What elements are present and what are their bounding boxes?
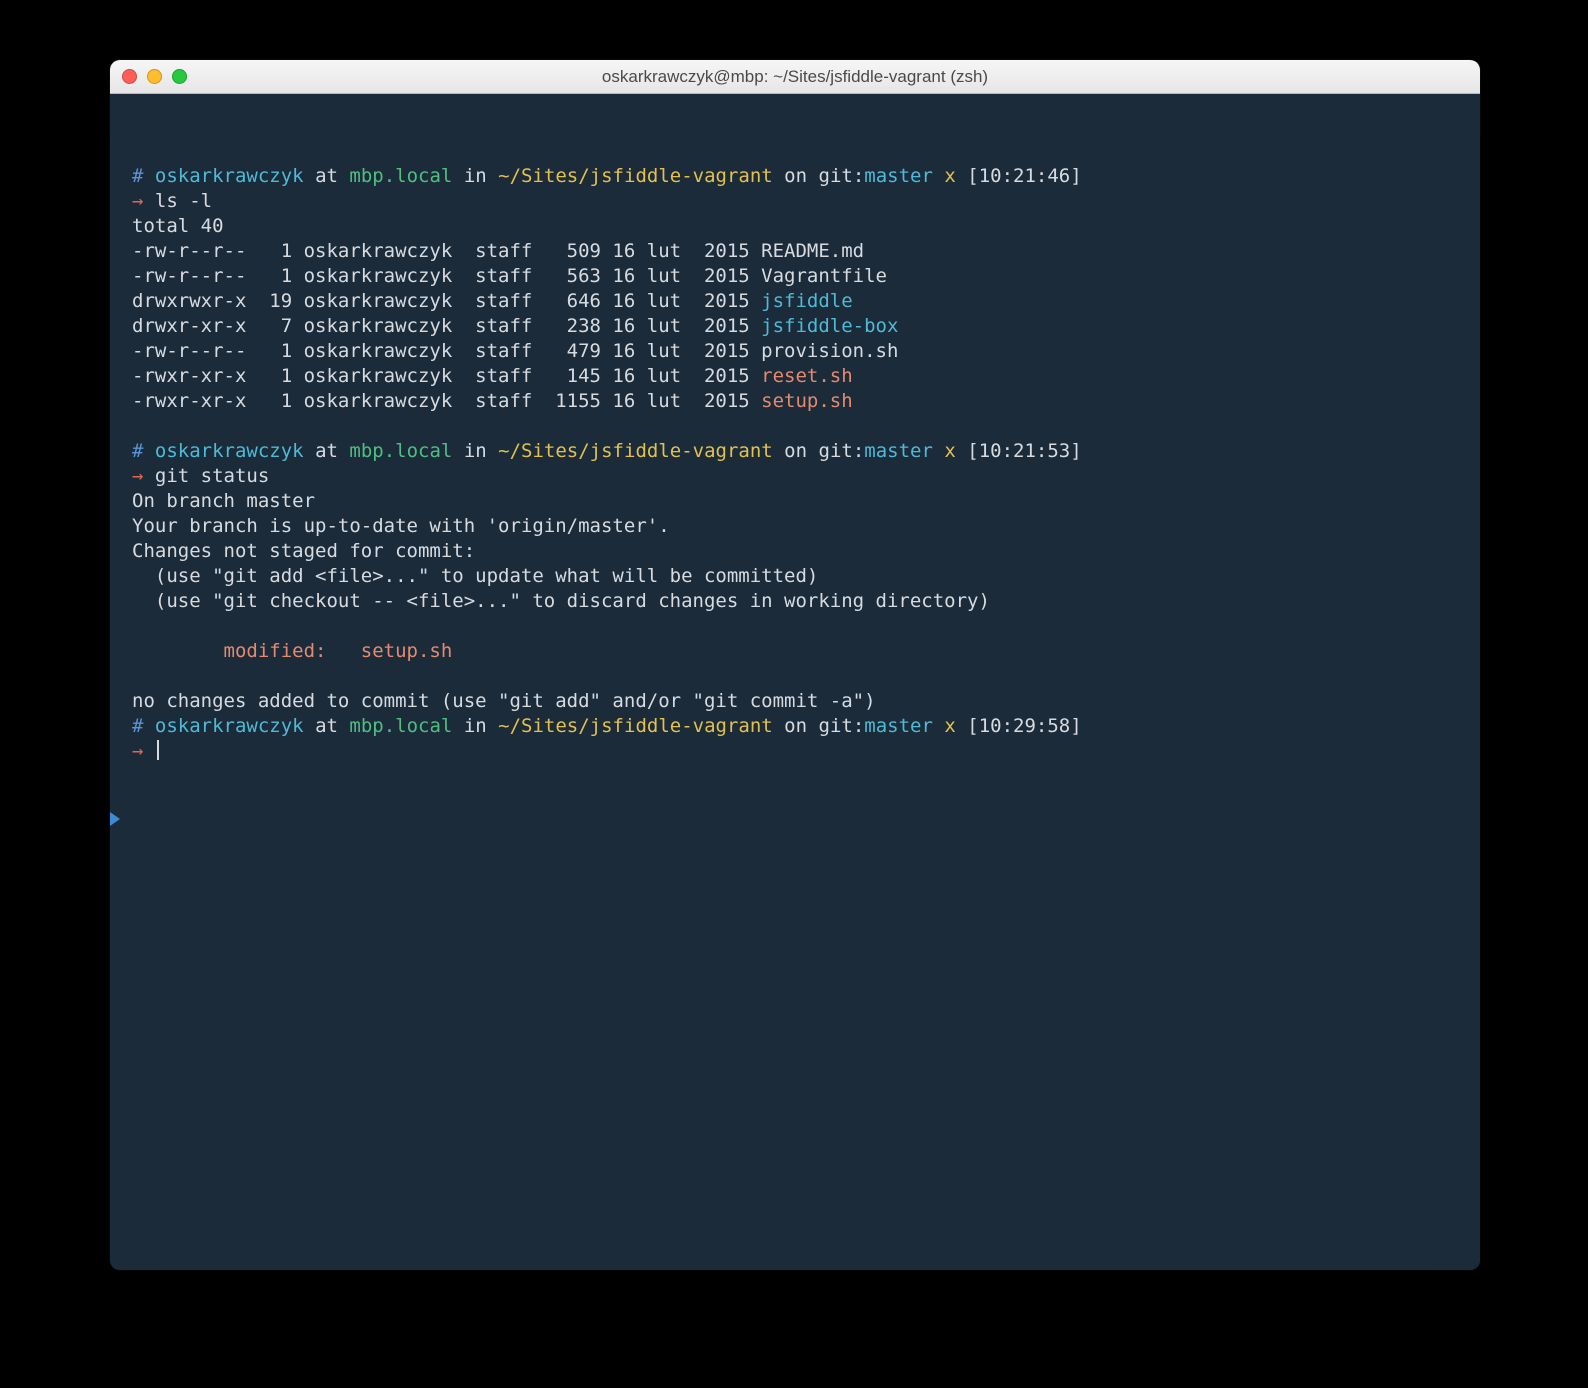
prompt-user: oskarkrawczyk — [155, 715, 304, 737]
prompt-dirty: x — [944, 440, 955, 462]
prompt-at: at — [315, 440, 338, 462]
prompt-arrow: → — [132, 465, 143, 487]
ls-filename: jsfiddle — [761, 290, 853, 312]
ls-filename: README.md — [761, 240, 864, 262]
ls-row: -rwxr-xr-x 1 oskarkrawczyk staff 1155 16… — [132, 390, 761, 412]
ls-filename: reset.sh — [761, 365, 853, 387]
prompt-path: ~/Sites/jsfiddle-vagrant — [498, 165, 773, 187]
prompt-in: in — [464, 440, 487, 462]
ls-row: -rw-r--r-- 1 oskarkrawczyk staff 479 16 … — [132, 340, 761, 362]
ls-row: drwxr-xr-x 7 oskarkrawczyk staff 238 16 … — [132, 315, 761, 337]
prompt-git-prefix: git: — [819, 715, 865, 737]
prompt-dirty: x — [944, 165, 955, 187]
terminal-body[interactable]: # oskarkrawczyk at mbp.local in ~/Sites/… — [110, 94, 1480, 1270]
git-line: (use "git checkout -- <file>..." to disc… — [132, 590, 990, 612]
prompt-dirty: x — [944, 715, 955, 737]
prompt-branch: master — [864, 165, 933, 187]
prompt-git-prefix: git: — [819, 440, 865, 462]
prompt-arrow: → — [132, 740, 143, 762]
prompt-path: ~/Sites/jsfiddle-vagrant — [498, 715, 773, 737]
vi-mode-marker-icon — [110, 812, 120, 826]
git-modified-label: modified: — [224, 640, 327, 662]
prompt-user: oskarkrawczyk — [155, 440, 304, 462]
prompt-time: [10:21:53] — [967, 440, 1081, 462]
titlebar[interactable]: oskarkrawczyk@mbp: ~/Sites/jsfiddle-vagr… — [110, 60, 1480, 94]
ls-filename: provision.sh — [761, 340, 898, 362]
terminal-window: oskarkrawczyk@mbp: ~/Sites/jsfiddle-vagr… — [110, 60, 1480, 1270]
command-1: ls -l — [155, 190, 212, 212]
ls-row: drwxrwxr-x 19 oskarkrawczyk staff 646 16… — [132, 290, 761, 312]
prompt-time: [10:29:58] — [967, 715, 1081, 737]
cursor — [157, 740, 159, 760]
prompt-hash: # — [132, 165, 143, 187]
prompt-user: oskarkrawczyk — [155, 165, 304, 187]
ls-total: total 40 — [132, 215, 224, 237]
prompt-in: in — [464, 165, 487, 187]
prompt-at: at — [315, 165, 338, 187]
ls-row: -rw-r--r-- 1 oskarkrawczyk staff 563 16 … — [132, 265, 761, 287]
ls-listing: -rw-r--r-- 1 oskarkrawczyk staff 509 16 … — [132, 240, 898, 412]
prompt-at: at — [315, 715, 338, 737]
prompt-arrow: → — [132, 190, 143, 212]
prompt-host: mbp.local — [349, 440, 452, 462]
command-2: git status — [155, 465, 269, 487]
prompt-host: mbp.local — [349, 165, 452, 187]
prompt-in: in — [464, 715, 487, 737]
prompt-branch: master — [864, 715, 933, 737]
prompt-branch: master — [864, 440, 933, 462]
prompt-time: [10:21:46] — [967, 165, 1081, 187]
prompt-path: ~/Sites/jsfiddle-vagrant — [498, 440, 773, 462]
ls-row: -rw-r--r-- 1 oskarkrawczyk staff 509 16 … — [132, 240, 761, 262]
ls-filename: jsfiddle-box — [761, 315, 898, 337]
prompt-git-prefix: git: — [819, 165, 865, 187]
ls-row: -rwxr-xr-x 1 oskarkrawczyk staff 145 16 … — [132, 365, 761, 387]
git-modified-file: setup.sh — [361, 640, 453, 662]
prompt-hash: # — [132, 440, 143, 462]
prompt-on: on — [784, 440, 807, 462]
prompt-on: on — [784, 165, 807, 187]
prompt-host: mbp.local — [349, 715, 452, 737]
ls-filename: setup.sh — [761, 390, 853, 412]
git-line: no changes added to commit (use "git add… — [132, 690, 876, 712]
git-line: Changes not staged for commit: — [132, 540, 475, 562]
prompt-on: on — [784, 715, 807, 737]
git-line: On branch master — [132, 490, 315, 512]
prompt-hash: # — [132, 715, 143, 737]
git-line: (use "git add <file>..." to update what … — [132, 565, 818, 587]
window-title: oskarkrawczyk@mbp: ~/Sites/jsfiddle-vagr… — [110, 67, 1480, 87]
stage: oskarkrawczyk@mbp: ~/Sites/jsfiddle-vagr… — [0, 0, 1588, 1388]
ls-filename: Vagrantfile — [761, 265, 887, 287]
git-line: Your branch is up-to-date with 'origin/m… — [132, 515, 670, 537]
